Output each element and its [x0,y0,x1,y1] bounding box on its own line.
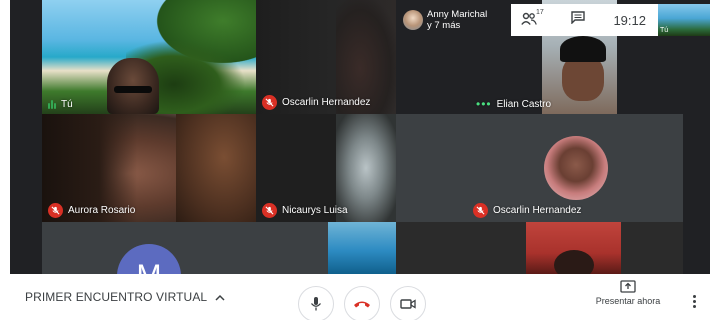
participant-name: Nicaurys Luisa [282,205,348,216]
participant-name: Oscarlin Hernandez [493,205,582,216]
avatar [403,10,423,30]
people-count: 17 [536,9,544,16]
chat-icon [571,11,585,25]
participant-tile-oscarlin-hernandez[interactable]: Oscarlin Hernandez [256,0,396,114]
present-icon [620,280,636,293]
participant-tile-video-2[interactable] [396,222,683,274]
more-vert-icon [692,294,696,298]
hangup-icon [354,301,370,308]
top-bar: 17 19:12 [511,4,658,36]
present-now-label: Presentar ahora [595,296,661,306]
clock: 19:12 [613,12,646,28]
mic-off-icon [262,95,277,110]
self-preview[interactable]: Tú [658,4,710,36]
mic-icon [310,297,322,311]
presenter-text: Anny Marichal y 7 más [427,9,487,31]
camera-icon [400,299,416,309]
control-bar: PRIMER ENCUENTRO VIRTUAL Presentar ahora [0,274,710,320]
participant-name-tag: Oscarlin Hernandez [262,95,370,110]
participant-cap [560,36,606,62]
participant-tile-video[interactable] [328,222,396,274]
mic-off-icon [473,203,488,218]
participant-name: Aurora Rosario [68,205,136,216]
participant-name-tag: Oscarlin Hernandez [473,203,581,218]
participant-name-tag: Aurora Rosario [48,203,135,218]
speaking-indicator-icon: ••• [476,97,492,111]
participant-name-tag: Tú [48,99,73,110]
avatar: M [117,244,181,274]
mic-off-icon [48,203,63,218]
hangup-button[interactable] [344,286,380,320]
avatar [544,136,608,200]
participant-tile-self[interactable]: Tú [42,0,256,114]
meeting-details-button[interactable]: PRIMER ENCUENTRO VIRTUAL [25,274,225,320]
participant-name-tag: ••• Elian Castro [476,98,551,110]
participant-tile-oscarlin-hernandez-2[interactable]: Oscarlin Hernandez [396,114,683,222]
participant-head [554,250,594,274]
presenter-chip[interactable]: Anny Marichal y 7 más [399,4,511,36]
video-grid: Tú Oscarlin Hernandez ••• Elian Castro A [0,0,710,274]
presenter-more: y 7 más [427,20,461,31]
participant-name: Elian Castro [496,98,552,110]
present-now-button[interactable]: Presentar ahora [590,280,666,306]
chat-button[interactable] [571,11,585,29]
self-preview-label: Tú [660,27,669,34]
people-button[interactable]: 17 [521,9,544,28]
participant-name: Oscarlin Hernandez [282,97,371,108]
participant-name-tag: Nicaurys Luisa [262,203,348,218]
participant-tile-aurora-rosario[interactable]: Aurora Rosario [42,114,256,222]
participant-name: Tú [61,99,73,110]
background-chair [176,114,256,222]
audio-level-icon [48,100,56,109]
participant-glasses [114,86,152,93]
presenter-name: Anny Marichal [427,9,488,20]
meeting-title: PRIMER ENCUENTRO VIRTUAL [25,290,208,304]
participant-tile-m[interactable]: M [42,222,328,274]
people-icon [521,12,537,25]
mic-button[interactable] [298,286,334,320]
camera-button[interactable] [390,286,426,320]
more-options-button[interactable] [686,290,702,312]
mic-off-icon [262,203,277,218]
participant-tile-nicaurys-luisa[interactable]: Nicaurys Luisa [256,114,396,222]
chevron-up-icon [215,294,225,301]
